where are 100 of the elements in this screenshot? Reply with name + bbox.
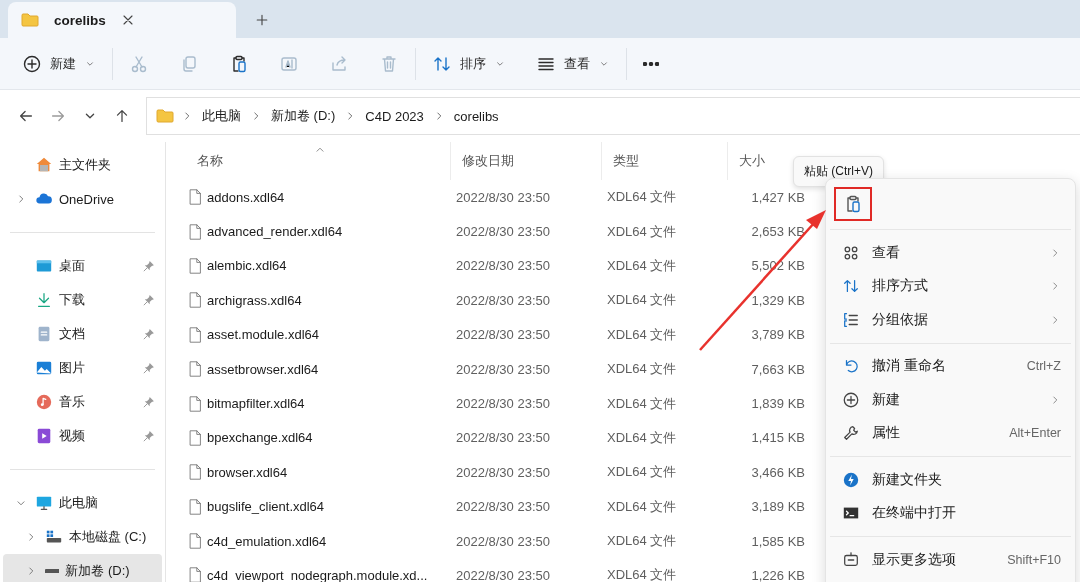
folder-icon: [20, 10, 40, 30]
file-size: 1,839 KB: [750, 396, 805, 412]
plus-icon: [254, 12, 270, 28]
file-name: bitmapfilter.xdl64: [207, 396, 305, 412]
trash-icon: [379, 53, 399, 74]
file-size: 1,329 KB: [750, 292, 805, 308]
menu-item[interactable]: 分组依据: [830, 303, 1071, 337]
video-icon: [35, 427, 53, 445]
shortcut-label: Shift+F10: [1007, 552, 1061, 567]
column-header[interactable]: 大小: [739, 152, 765, 170]
file-row[interactable]: advanced_render.xdl64 2022/8/30 23:50 XDL64 文件 2,653 KB: [186, 214, 805, 249]
menu-item[interactable]: 查看: [830, 236, 1071, 270]
modified-date: 2022/8/30 23:50: [455, 327, 551, 343]
file-name: asset.module.xdl64: [207, 327, 319, 343]
sidebar-item[interactable]: 文档: [3, 317, 162, 351]
menu-item[interactable]: 新建: [830, 383, 1071, 417]
file-type: XDL64 文件: [606, 256, 678, 275]
pin-icon: [142, 395, 156, 409]
modified-date: 2022/8/30 23:50: [455, 224, 551, 240]
file-size: 1,415 KB: [750, 430, 805, 446]
breadcrumb[interactable]: C4D 2023: [362, 108, 427, 124]
file-name: archigrass.xdl64: [207, 292, 302, 308]
view-button[interactable]: 查看: [526, 45, 620, 82]
menu-item[interactable]: 撤消 重命名 Ctrl+Z: [830, 349, 1071, 383]
menu-item[interactable]: 排序方式: [830, 269, 1071, 303]
column-header[interactable]: 修改日期: [462, 152, 514, 170]
sidebar-item[interactable]: 音乐: [3, 385, 162, 419]
scissors-icon: [129, 53, 149, 74]
modified-date: 2022/8/30 23:50: [455, 258, 551, 274]
breadcrumb[interactable]: corelibs: [450, 108, 502, 124]
menu-item[interactable]: 新建文件夹: [830, 463, 1071, 497]
column-header[interactable]: 类型: [613, 152, 639, 170]
menu-item[interactable]: 属性 Alt+Enter: [830, 416, 1071, 450]
tab[interactable]: corelibs: [8, 2, 236, 38]
new-button[interactable]: 新建: [12, 45, 106, 82]
file-type: XDL64 文件: [606, 394, 678, 413]
sidebar-item[interactable]: 新加卷 (D:): [3, 554, 162, 582]
file-row[interactable]: c4d_viewport_nodegraph.module.xd... 2022/8/30 23:50 XDL64 文件 1,226 KB: [186, 558, 805, 582]
drive-icon: [45, 568, 60, 574]
file-row[interactable]: browser.xdl64 2022/8/30 23:50 XDL64 文件 3,466 KB: [186, 455, 805, 490]
modified-date: 2022/8/30 23:50: [455, 292, 551, 308]
pin-icon: [142, 429, 156, 443]
modified-date: 2022/8/30 23:50: [455, 568, 551, 582]
file-type: XDL64 文件: [606, 497, 678, 516]
sidebar-item[interactable]: 图片: [3, 351, 162, 385]
menu-item[interactable]: 在终端中打开: [830, 496, 1071, 530]
more-icon: [643, 61, 659, 66]
file-size: 7,663 KB: [750, 361, 805, 377]
file-size: 1,427 KB: [750, 189, 805, 205]
paste-button[interactable]: [834, 187, 872, 221]
file-size: 3,466 KB: [750, 464, 805, 480]
file-size: 1,226 KB: [750, 568, 805, 582]
file-name: browser.xdl64: [207, 464, 288, 480]
file-row[interactable]: bitmapfilter.xdl64 2022/8/30 23:50 XDL64 文件 1,839 KB: [186, 386, 805, 421]
file-row[interactable]: bugslife_client.xdl64 2022/8/30 23:50 XDL64 文件 3,189 KB: [186, 489, 805, 524]
sidebar-item[interactable]: 视频: [3, 419, 162, 453]
breadcrumb[interactable]: 此电脑: [199, 107, 244, 125]
file-name: assetbrowser.xdl64: [207, 361, 319, 377]
shortcut-label: Ctrl+Z: [1026, 359, 1061, 374]
sidebar-item[interactable]: 本地磁盘 (C:): [3, 520, 162, 554]
file-name: bugslife_client.xdl64: [207, 499, 325, 515]
file-row[interactable]: asset.module.xdl64 2022/8/30 23:50 XDL64 文件 3,789 KB: [186, 317, 805, 352]
file-size: 2,653 KB: [750, 224, 805, 240]
file-name: addons.xdl64: [207, 189, 285, 205]
file-size: 3,789 KB: [750, 327, 805, 343]
file-type: XDL64 文件: [606, 291, 678, 310]
file-row[interactable]: c4d_emulation.xdl64 2022/8/30 23:50 XDL64 文件 1,585 KB: [186, 523, 805, 559]
sort-button[interactable]: 排序: [422, 45, 516, 82]
file-name: c4d_viewport_nodegraph.module.xd...: [207, 568, 428, 582]
sidebar-item[interactable]: 此电脑: [3, 486, 162, 520]
sidebar-item[interactable]: 下载: [3, 283, 162, 317]
file-type: XDL64 文件: [606, 360, 678, 379]
file-name: c4d_emulation.xdl64: [207, 533, 327, 549]
shortcut-label: Alt+Enter: [1009, 426, 1061, 441]
file-row[interactable]: bpexchange.xdl64 2022/8/30 23:50 XDL64 文件 1,415 KB: [186, 420, 805, 456]
music-icon: [35, 393, 53, 411]
breadcrumb[interactable]: 新加卷 (D:): [268, 107, 339, 125]
folder-icon: [155, 106, 175, 126]
file-size: 1,585 KB: [750, 533, 805, 549]
file-type: XDL64 文件: [606, 532, 678, 551]
image-icon: [35, 359, 53, 377]
menu-item[interactable]: 显示更多选项 Shift+F10: [830, 543, 1071, 577]
file-name: alembic.xdl64: [207, 258, 287, 274]
file-name: bpexchange.xdl64: [207, 430, 313, 446]
column-header[interactable]: 名称: [197, 152, 223, 170]
file-type: XDL64 文件: [606, 222, 678, 241]
modified-date: 2022/8/30 23:50: [455, 430, 551, 446]
sidebar-item[interactable]: 主文件夹: [3, 148, 162, 182]
home-icon: [35, 156, 53, 174]
modified-date: 2022/8/30 23:50: [455, 533, 551, 549]
sidebar-item[interactable]: 桌面: [3, 249, 162, 283]
file-row[interactable]: assetbrowser.xdl64 2022/8/30 23:50 XDL64 文件 7,663 KB: [186, 351, 805, 387]
address-bar[interactable]: 此电脑 新加卷 (D:) C4D 2023 corelibs: [146, 97, 1080, 135]
file-row[interactable]: archigrass.xdl64 2022/8/30 23:50 XDL64 文件 1,329 KB: [186, 283, 805, 318]
plus-circle-icon: [842, 390, 860, 409]
pin-icon: [142, 327, 156, 341]
sidebar-item[interactable]: OneDrive: [3, 182, 162, 216]
modified-date: 2022/8/30 23:50: [455, 396, 551, 412]
modified-date: 2022/8/30 23:50: [455, 189, 551, 205]
circle-bolt-icon: [842, 470, 860, 489]
